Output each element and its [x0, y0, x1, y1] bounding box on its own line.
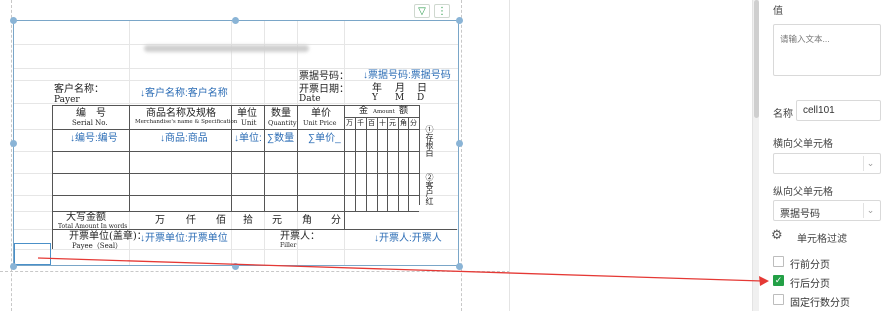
- amount-digit: 百: [368, 119, 375, 127]
- cell-qty-binding[interactable]: ∑数量: [267, 134, 294, 144]
- filler-binding[interactable]: ↓开票人:开票人: [374, 234, 442, 244]
- payee-label-en: Payee（Seal）: [72, 242, 123, 250]
- total-unit: 仟: [186, 215, 196, 226]
- amount-digit: 角: [400, 119, 407, 127]
- customer-label-en: Payer: [54, 95, 80, 105]
- checkbox-label: 行后分页: [790, 279, 830, 290]
- name-input[interactable]: [796, 100, 881, 121]
- side-note-stub: ①存根白: [425, 125, 434, 157]
- total-unit: 万: [155, 215, 165, 226]
- date-y: Y: [372, 93, 378, 103]
- side-note-customer: ②客户红: [425, 173, 434, 205]
- scrollbar-thumb[interactable]: [754, 0, 759, 118]
- resize-handle[interactable]: [10, 263, 17, 270]
- v-parent-select[interactable]: 票据号码 ⌄: [773, 200, 881, 221]
- col-qty-header: 数量: [271, 108, 291, 119]
- amount-digit: 千: [357, 119, 364, 127]
- col-goods-header-en: Merchandise's name & Specification: [135, 119, 238, 125]
- report-grid[interactable]: 票据号码： ↓票据号码:票据号码 客户名称： Payer ↓客户名称:客户名称 …: [13, 20, 459, 266]
- cell-unit-binding[interactable]: ↓单位:: [234, 134, 262, 144]
- customer-binding[interactable]: ↓客户名称:客户名称: [140, 89, 228, 99]
- resize-handle[interactable]: [10, 140, 17, 147]
- col-serial-header: 编 号: [76, 108, 106, 119]
- cell-goods-binding[interactable]: ↓商品:商品: [160, 134, 208, 144]
- filler-label: 开票人：: [280, 231, 320, 242]
- chevron-down-icon: ⌄: [863, 156, 877, 171]
- canvas-toolbar: ▽ ⋮: [414, 4, 450, 18]
- filter-icon[interactable]: ▽: [414, 4, 430, 18]
- amount-digit: 元: [389, 119, 396, 127]
- h-parent-select[interactable]: ⌄: [773, 153, 881, 174]
- receipt-no-binding[interactable]: ↓票据号码:票据号码: [363, 71, 451, 81]
- payee-label: 开票单位(盖章)：: [69, 231, 147, 242]
- col-amount-header: 金: [359, 106, 369, 116]
- total-unit: 佰: [216, 215, 226, 226]
- amount-digit: 分: [410, 119, 417, 127]
- date-m: M: [395, 93, 405, 103]
- col-amount-header-en: Amount: [373, 109, 395, 115]
- resize-handle[interactable]: [232, 17, 239, 24]
- total-unit: 元: [272, 215, 282, 226]
- col-goods-header: 商品名称及规格: [146, 108, 216, 119]
- cell-serial-binding[interactable]: ↓编号:编号: [70, 134, 118, 144]
- date-label-en: Date: [299, 94, 321, 104]
- panel-scrollbar[interactable]: [752, 0, 759, 311]
- resize-handle[interactable]: [456, 263, 463, 270]
- total-unit: 拾: [243, 215, 253, 226]
- filler-label-en: Filler: [280, 242, 297, 249]
- checkbox-fixed-rows-break[interactable]: [773, 294, 784, 305]
- name-label: 名称: [773, 109, 793, 120]
- total-words-label: 大写金额: [66, 212, 106, 223]
- checkbox-label: 行前分页: [790, 260, 830, 271]
- value-label: 值: [773, 6, 783, 17]
- checkbox-label: 固定行数分页: [790, 298, 850, 309]
- resize-handle[interactable]: [10, 17, 17, 24]
- value-textarea[interactable]: [773, 24, 881, 76]
- total-words-label-en: Total Amount In words: [58, 223, 128, 230]
- properties-panel: 值 名称 横向父单元格 ⌄ 纵向父单元格 票据号码 ⌄ ⚙ 单元格过滤 行前分页…: [510, 0, 891, 311]
- chevron-down-icon: ⌄: [863, 203, 877, 218]
- checkbox-break-before-row[interactable]: [773, 256, 784, 267]
- date-d: D: [417, 93, 425, 103]
- report-design-canvas[interactable]: ▽ ⋮ 票据号码： ↓票据号码:票据号码 客户名称： Payer ↓客户名称:客…: [0, 0, 510, 311]
- checkbox-break-after-row[interactable]: ✓: [773, 275, 784, 286]
- resize-handle[interactable]: [232, 263, 239, 270]
- gear-icon[interactable]: ⚙: [771, 229, 784, 242]
- cell-filter-link[interactable]: 单元格过滤: [797, 230, 847, 245]
- col-amount-header-2: 额: [399, 106, 409, 116]
- customer-label: 客户名称：: [54, 84, 104, 95]
- col-qty-header-en: Quantity: [268, 119, 297, 127]
- col-price-header: 单价: [311, 108, 331, 119]
- amount-digit: 万: [346, 119, 353, 127]
- v-parent-value: 票据号码: [780, 209, 820, 220]
- cell-price-binding[interactable]: ∑单价_: [308, 134, 341, 144]
- v-parent-label: 纵向父单元格: [773, 187, 833, 198]
- col-unit-header: 单位: [237, 108, 257, 119]
- payee-binding[interactable]: ↓开票单位:开票单位: [140, 234, 228, 244]
- selected-cell[interactable]: [14, 243, 51, 265]
- invoice-title-blurred: [144, 45, 309, 52]
- resize-handle[interactable]: [456, 17, 463, 24]
- amount-digit: 十: [379, 119, 386, 127]
- h-parent-label: 横向父单元格: [773, 139, 833, 150]
- col-price-header-en: Unit Price: [303, 119, 337, 127]
- receipt-no-label: 票据号码：: [299, 71, 349, 82]
- guide-line: [0, 271, 510, 272]
- total-unit: 分: [331, 215, 341, 226]
- col-serial-header-en: Serial No.: [72, 119, 108, 127]
- resize-handle[interactable]: [456, 140, 463, 147]
- more-vert-icon[interactable]: ⋮: [434, 4, 450, 18]
- col-unit-header-en: Unit: [241, 119, 257, 127]
- total-unit: 角: [302, 215, 312, 226]
